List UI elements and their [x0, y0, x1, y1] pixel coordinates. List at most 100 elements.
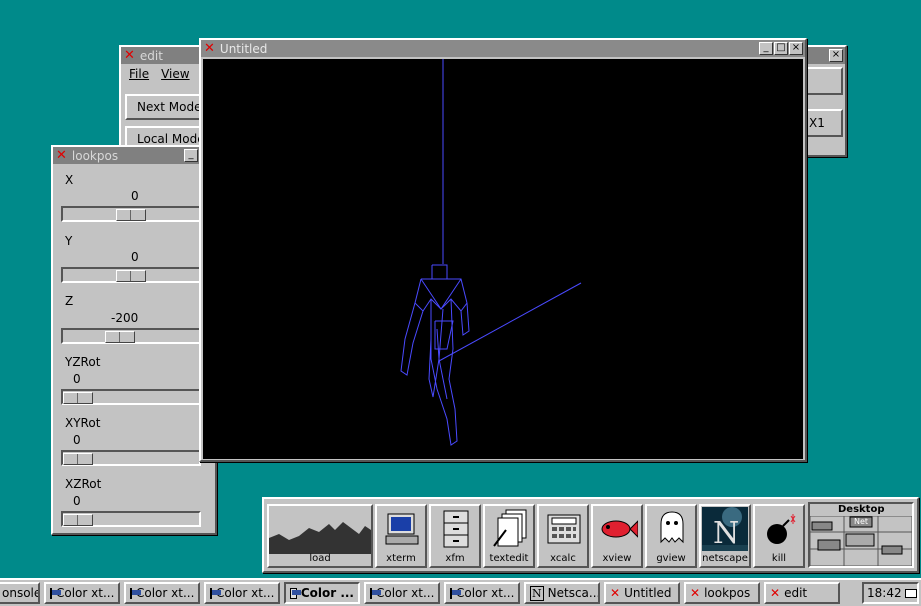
xterm-icon: [290, 587, 301, 599]
3d-viewport[interactable]: [203, 59, 803, 459]
task-color-xterm-3[interactable]: Color xt...: [204, 582, 280, 604]
ghost-icon: [660, 511, 684, 544]
menu-view[interactable]: View: [161, 67, 189, 81]
text-pages-icon: [493, 509, 527, 547]
slider-thumb[interactable]: [63, 514, 93, 526]
x-logo-icon: ✕: [56, 148, 67, 163]
task-color-xterm-1[interactable]: Color xt...: [44, 582, 120, 604]
slider-label-yzrot: YZRot: [65, 355, 101, 369]
task-color-xterm-4[interactable]: Color xt...: [364, 582, 440, 604]
mail-icon[interactable]: [904, 588, 917, 598]
task-console[interactable]: onsole: [0, 582, 40, 604]
launcher-xcalc[interactable]: xcalc: [537, 504, 589, 568]
desktop-net-label: Net: [854, 517, 869, 526]
task-color-xterm-2[interactable]: Color xt...: [124, 582, 200, 604]
launcher-gview[interactable]: gview: [645, 504, 697, 568]
slider-label-xzrot: XZRot: [65, 477, 102, 491]
xterm-icon: [370, 587, 381, 599]
task-edit[interactable]: ✕ edit: [764, 582, 840, 604]
slider-x[interactable]: [61, 206, 201, 222]
xterm-icon: [130, 587, 141, 599]
slider-label-x: X: [65, 173, 74, 187]
viewer-titlebar[interactable]: ✕ Untitled _ □ ×: [201, 40, 805, 57]
wireframe-scene: [400, 59, 582, 446]
launcher-netscape[interactable]: N netscape: [699, 504, 751, 568]
launcher-label-xcalc: xcalc: [550, 553, 576, 564]
fish-icon: [601, 520, 638, 538]
desktop-pager[interactable]: Desktop Net: [808, 502, 914, 568]
clock: 18:42: [867, 586, 902, 600]
lookpos-titlebar[interactable]: ✕ lookpos _ □: [53, 147, 215, 164]
slider-thumb[interactable]: [105, 331, 135, 343]
launcher-textedit[interactable]: textedit: [483, 504, 535, 568]
task-label: Color xt...: [136, 586, 195, 600]
slider-xyrot[interactable]: [61, 450, 201, 466]
task-label: edit: [784, 586, 808, 600]
launcher-label-gview: gview: [656, 553, 686, 564]
x-logo-icon: ✕: [204, 41, 215, 56]
slider-z[interactable]: [61, 328, 201, 344]
menu-file[interactable]: File: [129, 67, 149, 81]
close-icon[interactable]: ×: [789, 42, 803, 55]
launcher-label-textedit: textedit: [489, 553, 529, 564]
task-color-xterm-5[interactable]: Color xt...: [444, 582, 520, 604]
bomb-icon: [767, 514, 796, 544]
slider-value-y: 0: [131, 250, 139, 264]
launcher-label-xterm: xterm: [386, 553, 416, 564]
slider-xzrot[interactable]: [61, 511, 201, 527]
launcher-label-xview: xview: [602, 553, 632, 564]
slider-thumb[interactable]: [63, 453, 93, 465]
task-label: onsole: [2, 586, 40, 600]
xterm-monitor-icon: [385, 513, 419, 545]
slider-thumb[interactable]: [116, 270, 146, 282]
slider-value-yzrot: 0: [73, 372, 81, 386]
slider-value-z: -200: [111, 311, 139, 325]
clock-tray: 18:42: [862, 582, 919, 604]
task-label: Untitled: [624, 586, 672, 600]
launcher-kill[interactable]: kill: [753, 504, 805, 568]
slider-value-xyrot: 0: [73, 433, 81, 447]
calculator-icon: [547, 514, 581, 544]
depth-axis-line: [438, 282, 582, 362]
lookpos-title: lookpos: [71, 148, 119, 163]
wireframe-figure: [400, 264, 470, 446]
x-icon: ✕: [770, 586, 781, 600]
task-color-xterm-active[interactable]: Color ...: [284, 582, 360, 604]
load-graph-icon: [269, 510, 371, 554]
task-label: lookpos: [704, 586, 751, 600]
task-label: Netsca...: [547, 586, 600, 600]
xterm-icon: [450, 587, 461, 599]
task-label: Color xt...: [376, 586, 435, 600]
file-cabinet-icon: [443, 510, 469, 548]
taskbar: onsole Color xt... Color xt... Color xt.…: [0, 578, 921, 606]
task-netscape[interactable]: N Netsca...: [524, 582, 600, 604]
launcher-label-xfm: xfm: [445, 553, 465, 564]
slider-label-xyrot: XYRot: [65, 416, 101, 430]
slider-yzrot[interactable]: [61, 389, 201, 405]
task-label: Color xt...: [456, 586, 515, 600]
netscape-icon: N: [702, 507, 748, 551]
launcher-xterm[interactable]: xterm: [375, 504, 427, 568]
x1-button[interactable]: X1: [803, 109, 843, 137]
launcher-xfm[interactable]: xfm: [429, 504, 481, 568]
viewer-window: ✕ Untitled _ □ ×: [199, 38, 807, 462]
x-icon: ✕: [610, 586, 621, 600]
launcher-label-load: load: [309, 553, 331, 564]
x1-label: X1: [809, 116, 825, 130]
launcher-load[interactable]: load: [267, 504, 373, 568]
task-untitled[interactable]: ✕ Untitled: [604, 582, 680, 604]
launcher-xview[interactable]: xview: [591, 504, 643, 568]
slider-thumb[interactable]: [116, 209, 146, 221]
slider-y[interactable]: [61, 267, 201, 283]
task-lookpos[interactable]: ✕ lookpos: [684, 582, 760, 604]
minimize-icon[interactable]: _: [759, 42, 773, 55]
close-icon[interactable]: ×: [829, 49, 843, 62]
slider-label-z: Z: [65, 294, 74, 308]
x-icon: ✕: [690, 586, 701, 600]
launcher-label-kill: kill: [771, 553, 787, 564]
desktop-label: Desktop: [838, 504, 885, 515]
minimize-icon[interactable]: _: [184, 149, 198, 162]
slider-thumb[interactable]: [63, 392, 93, 404]
launcher-panel: load xterm xfm textedit xcalc xview gvie…: [262, 497, 919, 573]
maximize-icon[interactable]: □: [774, 42, 788, 55]
